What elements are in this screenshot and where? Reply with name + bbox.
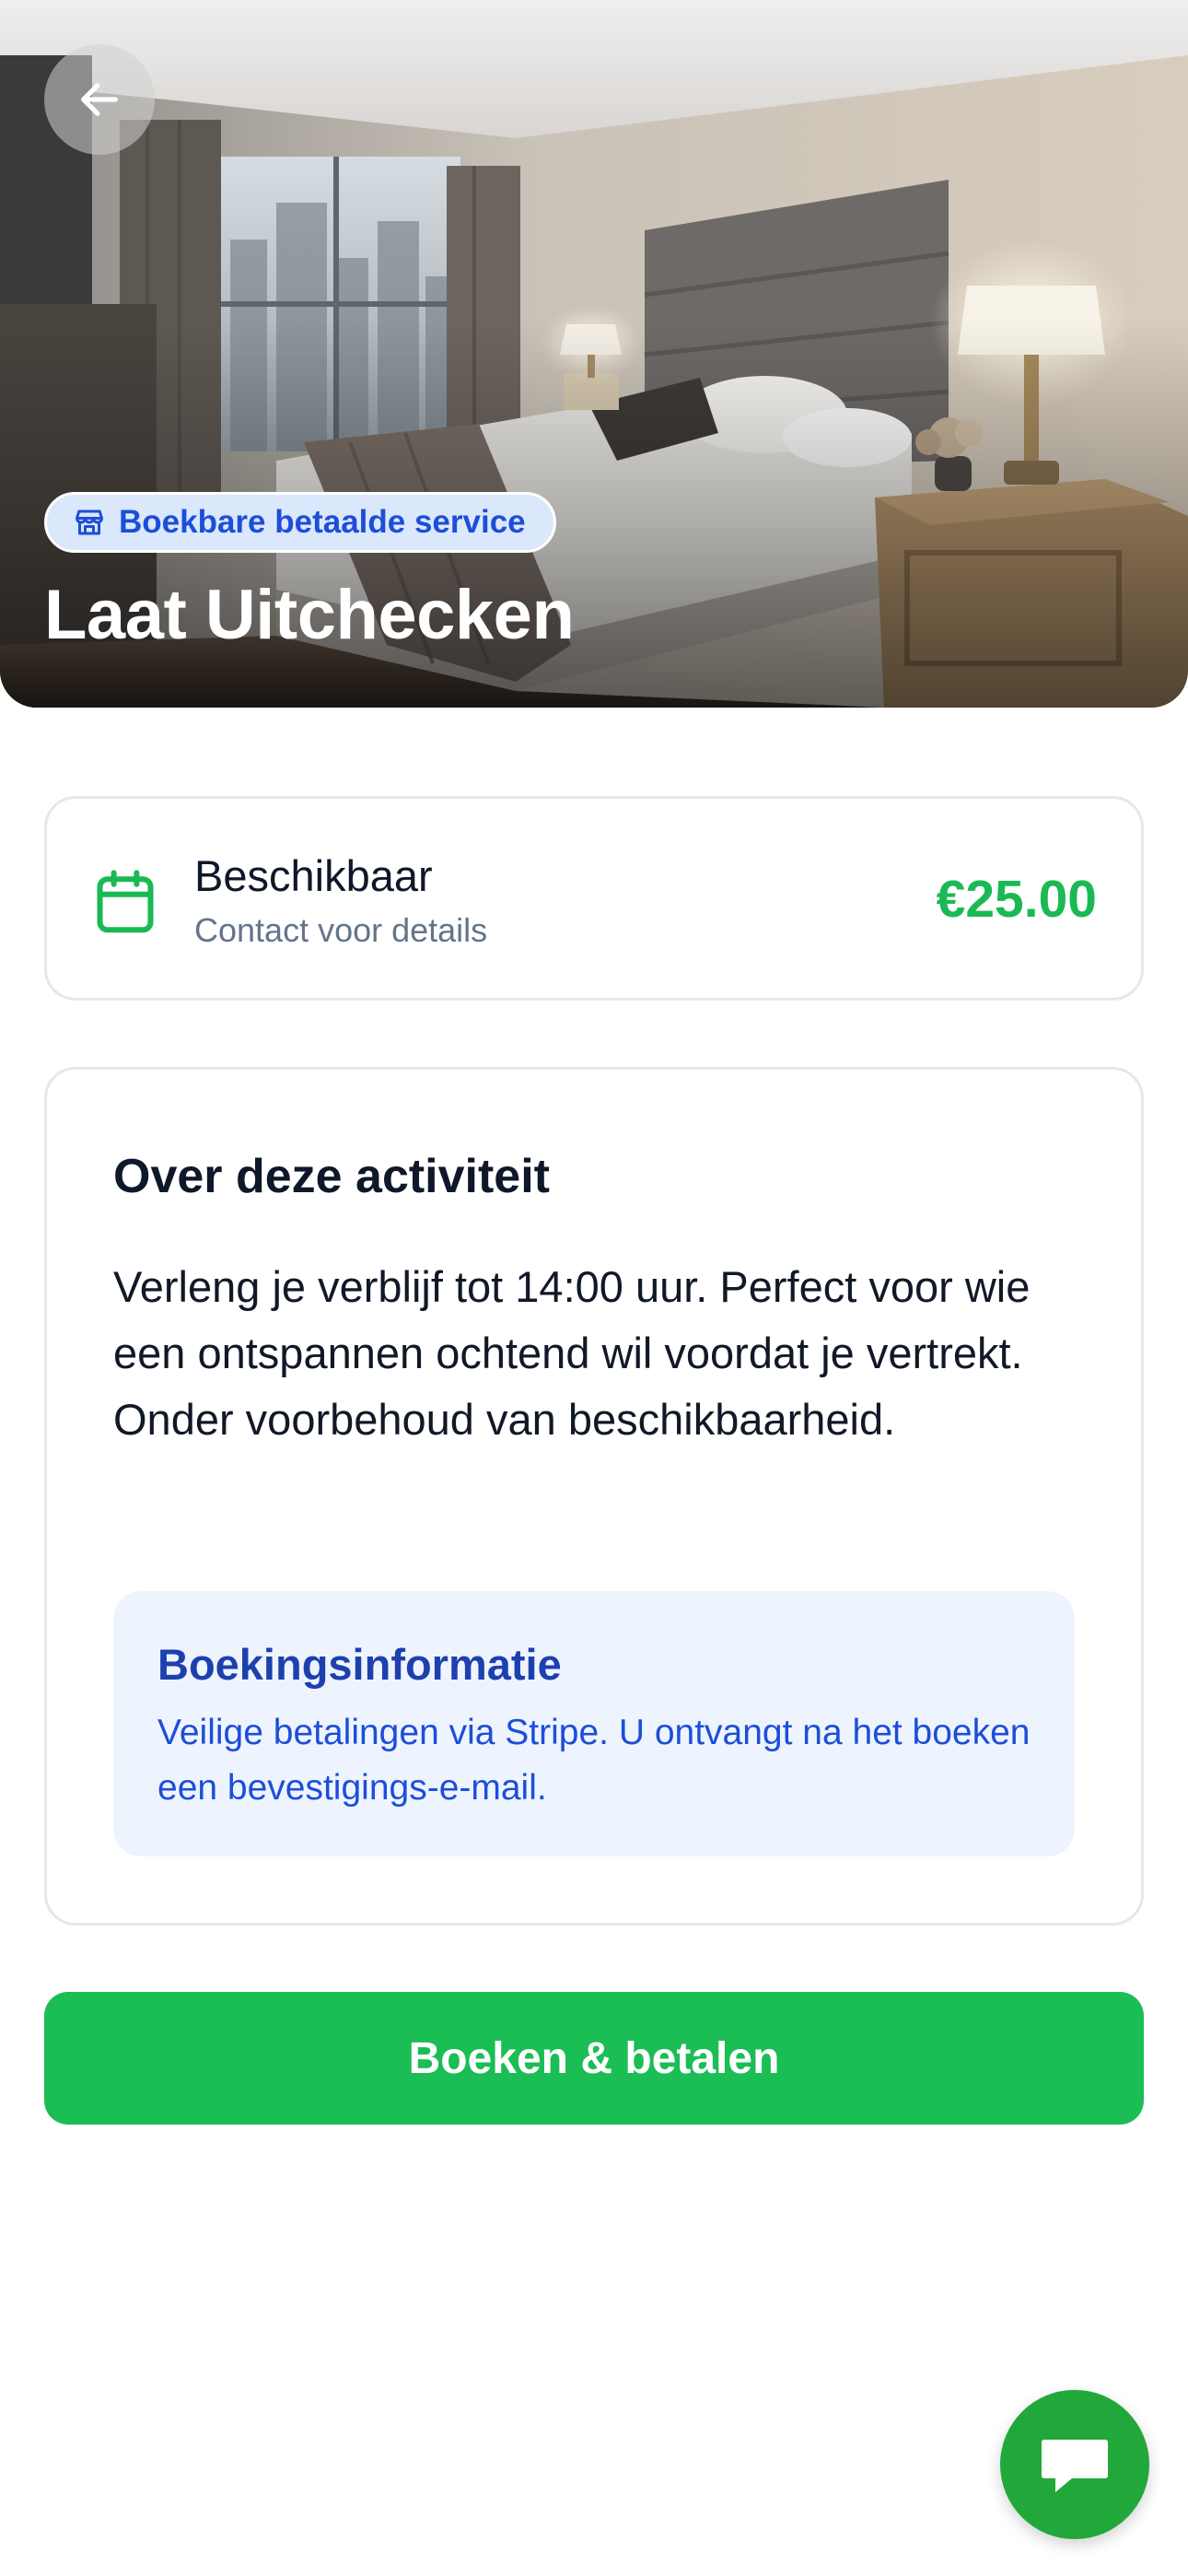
chat-button[interactable] (1000, 2390, 1149, 2539)
arrow-left-icon (81, 83, 118, 116)
book-and-pay-button[interactable]: Boeken & betalen (44, 1992, 1144, 2125)
availability-card: Beschikbaar Contact voor details €25.00 (44, 796, 1144, 1001)
price-label: €25.00 (936, 870, 1097, 929)
about-description: Verleng je verblijf tot 14:00 uur. Perfe… (113, 1262, 1031, 1444)
availability-subtitle: Contact voor details (194, 911, 488, 949)
booking-info-title: Boekingsinformatie (157, 1640, 562, 1689)
hero-image: Boekbare betaalde service Laat Uitchecke… (0, 0, 1188, 708)
badge-label: Boekbare betaalde service (119, 504, 526, 540)
store-icon (76, 509, 103, 535)
about-card: Over deze activiteit Verleng je verblijf… (44, 1067, 1144, 1926)
chat-icon (1042, 2440, 1108, 2492)
page-title: Laat Uitchecken (44, 576, 575, 654)
availability-title: Beschikbaar (194, 851, 433, 900)
calendar-icon (97, 870, 154, 933)
booking-info-text: Veilige betalingen via Stripe. U ontvang… (157, 1713, 1031, 1808)
about-title: Over deze activiteit (113, 1150, 550, 1203)
booking-info-box: Boekingsinformatie Veilige betalingen vi… (113, 1591, 1075, 1856)
service-badge: Boekbare betaalde service (44, 492, 556, 553)
back-button[interactable] (44, 44, 155, 155)
